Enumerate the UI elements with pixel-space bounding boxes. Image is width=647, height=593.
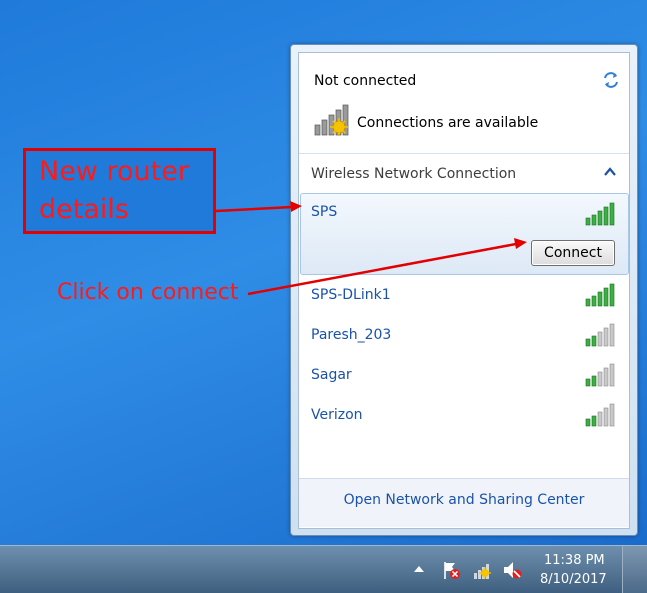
show-hidden-icons-arrow[interactable]: [412, 562, 426, 576]
arrow-head: [514, 238, 527, 249]
clock-date[interactable]: 8/10/2017: [540, 572, 607, 587]
taskbar: 11:38 PM 8/10/2017: [0, 545, 647, 593]
volume-muted-icon[interactable]: [502, 560, 522, 580]
arrow-line: [247, 242, 517, 296]
arrow-head: [290, 201, 302, 212]
action-center-flag-icon[interactable]: [441, 560, 461, 580]
arrow-line: [215, 205, 293, 213]
network-warning-icon[interactable]: [473, 560, 493, 580]
clock-time[interactable]: 11:38 PM: [544, 553, 605, 568]
annotation-arrows: [215, 201, 527, 296]
show-desktop-button[interactable]: [622, 546, 647, 593]
